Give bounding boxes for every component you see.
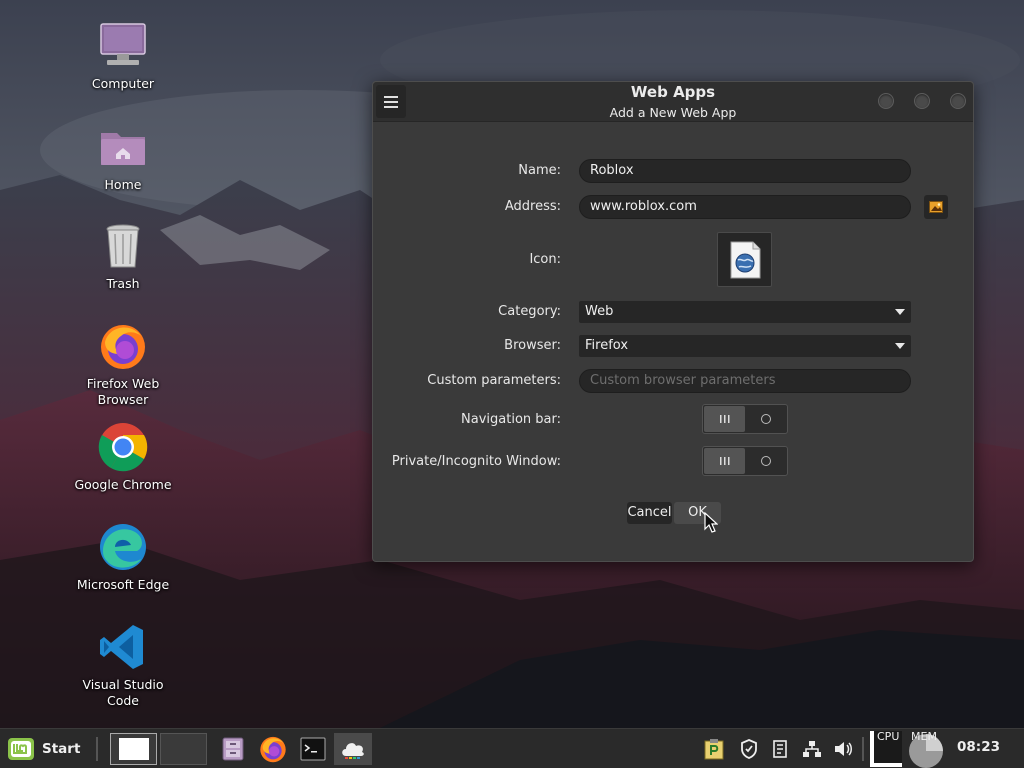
mouse-cursor-icon <box>704 512 718 533</box>
category-label: Category: <box>498 304 561 319</box>
navigation-bar-switch[interactable] <box>702 404 788 434</box>
cpu-graph-baseline <box>870 763 902 767</box>
dialog-titlebar[interactable]: Web Apps Add a New Web App <box>373 82 973 122</box>
edge-icon <box>97 521 149 573</box>
desktop-icon-microsoft-edge[interactable]: Microsoft Edge <box>68 521 178 593</box>
trash-icon <box>97 220 149 272</box>
desktop-icon-home[interactable]: Home <box>68 121 178 193</box>
icon-picker-button[interactable] <box>717 232 772 287</box>
private-window-label: Private/Incognito Window: <box>391 454 561 469</box>
tray-pastebin-icon-button[interactable] <box>702 733 726 765</box>
network-icon <box>803 741 821 757</box>
maximize-button[interactable] <box>914 93 930 109</box>
start-label: Start <box>42 741 81 757</box>
terminal-launcher[interactable] <box>298 733 328 765</box>
custom-parameters-label: Custom parameters: <box>427 373 561 388</box>
browser-selected-value: Firefox <box>585 338 629 353</box>
address-label: Address: <box>504 199 561 214</box>
switch-off-indicator-icon <box>761 414 771 424</box>
dropdown-arrow-icon <box>895 343 905 349</box>
tray-network-button[interactable] <box>799 733 825 765</box>
tray-notes-button[interactable] <box>768 733 792 765</box>
category-select[interactable]: Web <box>579 301 911 323</box>
file-cabinet-icon <box>222 737 244 761</box>
desktop-icon-visual-studio-code[interactable]: Visual Studio Code <box>68 621 178 709</box>
cpu-label: CPU <box>877 730 900 743</box>
switch-off-indicator-icon <box>761 456 771 466</box>
cpu-graph-bar <box>870 731 874 767</box>
web-apps-window-button[interactable] <box>334 733 372 765</box>
desktop-icon-computer[interactable]: Computer <box>68 20 178 92</box>
browser-label: Browser: <box>504 338 561 353</box>
tray-volume-button[interactable] <box>831 733 855 765</box>
close-button[interactable] <box>950 93 966 109</box>
grip-icon <box>719 415 729 423</box>
chrome-icon <box>97 421 149 473</box>
switch-knob <box>704 448 745 474</box>
vscode-icon <box>97 621 149 673</box>
taskbar-separator <box>862 737 864 761</box>
desktop-icon-google-chrome[interactable]: Google Chrome <box>68 421 178 493</box>
grip-icon <box>719 457 729 465</box>
taskbar-separator <box>96 737 98 761</box>
dropdown-arrow-icon <box>895 309 905 315</box>
fetch-favicon-button[interactable] <box>924 195 948 219</box>
clipboard-p-icon <box>704 739 724 760</box>
cpu-monitor[interactable]: CPU <box>868 729 904 768</box>
linux-mint-logo-icon <box>8 738 34 760</box>
web-page-icon <box>730 241 760 278</box>
cloud-web-apps-icon <box>342 743 364 759</box>
browser-select[interactable]: Firefox <box>579 335 911 357</box>
file-manager-launcher[interactable] <box>217 733 249 765</box>
add-web-app-dialog: Web Apps Add a New Web App Name: Roblox … <box>372 81 974 562</box>
notes-icon <box>773 740 787 758</box>
firefox-launcher[interactable] <box>256 733 290 765</box>
workspace-2-button[interactable] <box>160 733 207 765</box>
private-window-switch[interactable] <box>702 446 788 476</box>
shield-icon <box>741 739 757 759</box>
desktop-icon-firefox[interactable]: Firefox Web Browser <box>68 320 178 408</box>
cancel-button[interactable]: Cancel <box>627 502 672 524</box>
workspace-1-thumbnail <box>118 738 149 760</box>
switch-knob <box>704 406 745 432</box>
navigation-bar-label: Navigation bar: <box>461 412 561 427</box>
terminal-icon <box>300 737 326 761</box>
taskbar: Start CPU MEM 08:23 <box>0 728 1024 768</box>
custom-parameters-input[interactable]: Custom browser parameters <box>579 369 911 393</box>
home-folder-icon <box>97 121 149 173</box>
taskbar-clock[interactable]: 08:23 <box>957 739 1000 755</box>
start-menu-button[interactable]: Start <box>6 735 80 763</box>
firefox-icon <box>260 736 286 763</box>
tray-security-button[interactable] <box>737 733 761 765</box>
desktop-icon-trash[interactable]: Trash <box>68 220 178 292</box>
memory-monitor[interactable]: MEM <box>906 729 946 768</box>
minimize-button[interactable] <box>878 93 894 109</box>
icon-label: Icon: <box>529 252 561 267</box>
volume-icon <box>835 742 852 756</box>
image-download-icon <box>929 201 943 213</box>
address-input[interactable]: www.roblox.com <box>579 195 911 219</box>
workspace-1-button[interactable] <box>110 733 157 765</box>
mem-label: MEM <box>911 730 937 743</box>
computer-icon <box>97 20 149 72</box>
firefox-icon <box>97 320 149 372</box>
name-label: Name: <box>518 163 561 178</box>
category-selected-value: Web <box>585 304 614 319</box>
name-input[interactable]: Roblox <box>579 159 911 183</box>
